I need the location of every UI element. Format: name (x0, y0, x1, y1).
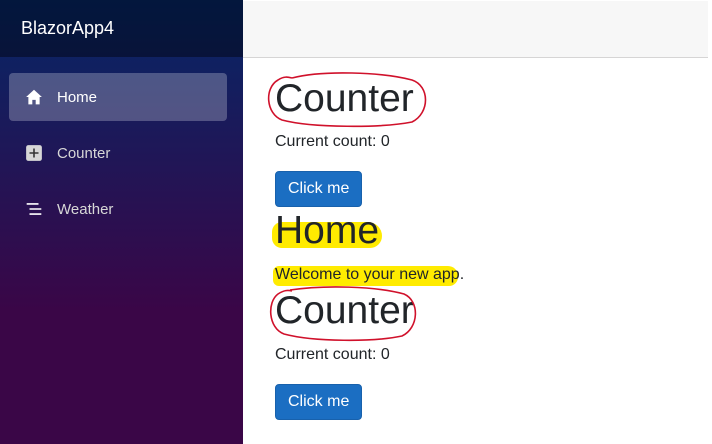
nav-item-weather[interactable]: Weather (9, 185, 227, 233)
page-title-home: Home (275, 209, 380, 252)
click-me-button[interactable]: Click me (275, 171, 363, 207)
annotation-circle-2 (270, 286, 417, 342)
nav-menu: Home Counter Weather (0, 57, 243, 233)
annotation-circle-1 (267, 72, 427, 128)
plus-square-icon (24, 143, 44, 163)
nav-item-home[interactable]: Home (9, 73, 227, 121)
nav-item-counter[interactable]: Counter (9, 129, 227, 177)
sidebar: BlazorApp4 Home Counter Weather (0, 0, 243, 444)
brand-bar: BlazorApp4 (0, 0, 243, 57)
nav-item-label: Weather (57, 200, 114, 218)
app-brand[interactable]: BlazorApp4 (21, 18, 114, 39)
top-row (243, 1, 708, 58)
current-count-text: Current count: 0 (275, 133, 390, 150)
home-icon (24, 87, 44, 107)
click-me-button[interactable]: Click me (275, 384, 363, 420)
nav-item-label: Counter (57, 144, 111, 162)
nav-item-label: Home (57, 88, 98, 106)
current-count-text: Current count: 0 (275, 346, 390, 363)
welcome-text: Welcome to your new app. (275, 266, 465, 283)
list-icon (24, 199, 44, 219)
